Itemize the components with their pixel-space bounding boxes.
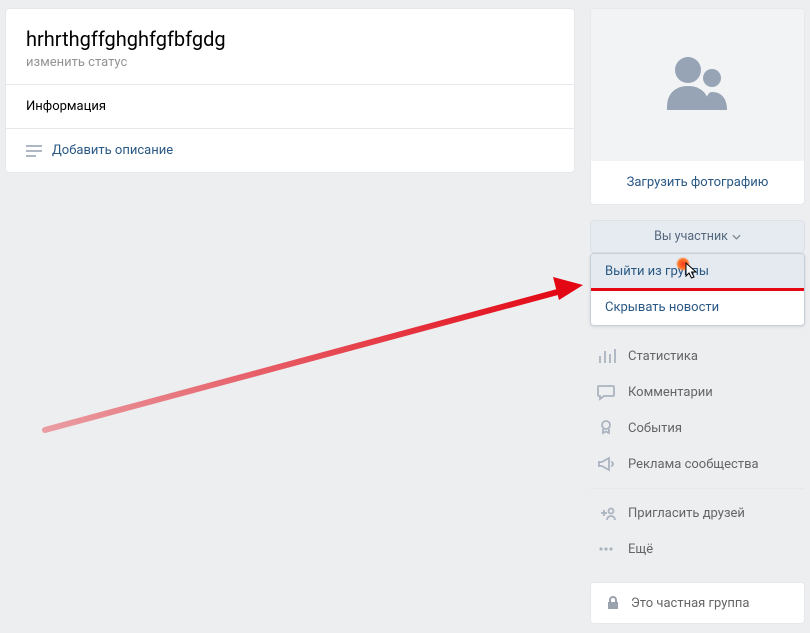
group-title: hrhrthgffghghfgfbfgdg xyxy=(26,27,554,51)
member-status-button[interactable]: Вы участник xyxy=(590,220,805,253)
avatar-placeholder-icon xyxy=(661,52,735,118)
menu-events[interactable]: События xyxy=(590,410,805,446)
lock-icon xyxy=(605,595,621,611)
photo-card: Загрузить фотографию xyxy=(590,8,805,205)
description-icon xyxy=(26,145,42,157)
menu-more-label: Ещё xyxy=(628,542,653,557)
menu-invite-label: Пригласить друзей xyxy=(628,506,745,521)
private-group-label: Это частная группа xyxy=(631,596,749,611)
comments-icon xyxy=(596,382,616,402)
add-description-row[interactable]: Добавить описание xyxy=(6,129,574,172)
chevron-down-icon xyxy=(732,234,741,240)
menu-events-label: События xyxy=(628,421,682,436)
member-dropdown: Выйти из группы Скрывать новости xyxy=(590,253,805,326)
events-icon xyxy=(596,418,616,438)
invite-friends-icon xyxy=(596,503,616,523)
dropdown-hide-label: Скрывать новости xyxy=(605,300,719,315)
group-header-card: hrhrthgffghghfgfbfgdg изменить статус Ин… xyxy=(5,8,575,173)
member-status-label: Вы участник xyxy=(654,229,728,244)
add-description-link[interactable]: Добавить описание xyxy=(52,143,173,158)
dropdown-leave-group[interactable]: Выйти из группы xyxy=(591,254,804,289)
menu-stats-label: Статистика xyxy=(628,349,698,364)
more-icon xyxy=(596,539,616,559)
menu-invite[interactable]: Пригласить друзей xyxy=(590,495,805,531)
menu-more[interactable]: Ещё xyxy=(590,531,805,567)
info-heading: Информация xyxy=(6,85,574,128)
menu-comments-label: Комментарии xyxy=(628,385,713,400)
avatar-placeholder xyxy=(591,9,804,161)
dropdown-hide-news[interactable]: Скрывать новости xyxy=(591,289,804,325)
stats-icon xyxy=(596,346,616,366)
megaphone-icon xyxy=(596,454,616,474)
change-status-link[interactable]: изменить статус xyxy=(26,55,554,70)
menu-stats[interactable]: Статистика xyxy=(590,338,805,374)
menu-ads[interactable]: Реклама сообщества xyxy=(590,446,805,482)
cursor-icon xyxy=(685,262,698,280)
menu-ads-label: Реклама сообщества xyxy=(628,457,759,472)
private-group-card: Это частная группа xyxy=(590,582,805,624)
menu-comments[interactable]: Комментарии xyxy=(590,374,805,410)
upload-photo-link[interactable]: Загрузить фотографию xyxy=(591,161,804,204)
